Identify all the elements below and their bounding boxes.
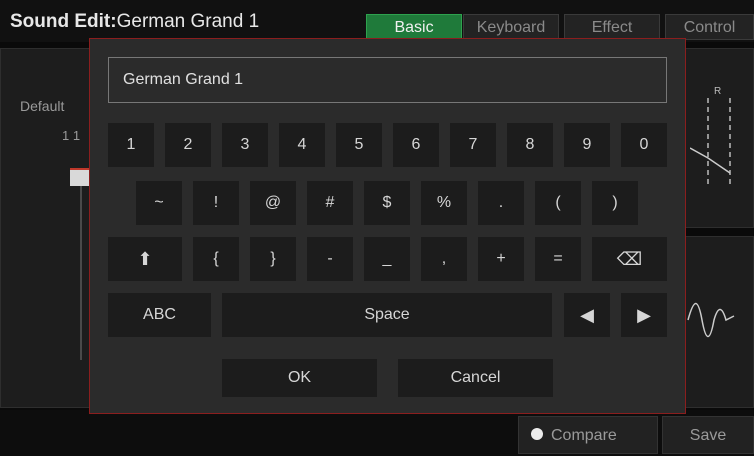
key-9[interactable]: 9	[564, 123, 610, 167]
key-7[interactable]: 7	[450, 123, 496, 167]
save-button[interactable]: Save	[662, 416, 754, 454]
key-0[interactable]: 0	[621, 123, 667, 167]
key-tilde[interactable]: ~	[136, 181, 182, 225]
key-8[interactable]: 8	[507, 123, 553, 167]
key-percent[interactable]: %	[421, 181, 467, 225]
compare-button[interactable]: Compare	[518, 416, 658, 454]
compare-label: Compare	[551, 427, 617, 444]
key-open-brace[interactable]: {	[193, 237, 239, 281]
waveform-icon	[687, 302, 735, 338]
key-6[interactable]: 6	[393, 123, 439, 167]
cancel-button[interactable]: Cancel	[398, 359, 553, 397]
key-2[interactable]: 2	[165, 123, 211, 167]
key-4[interactable]: 4	[279, 123, 325, 167]
sound-name: German Grand 1	[116, 11, 260, 32]
slider-track	[80, 176, 82, 360]
key-close-paren[interactable]: )	[592, 181, 638, 225]
key-period[interactable]: .	[478, 181, 524, 225]
key-open-paren[interactable]: (	[535, 181, 581, 225]
compare-radio-icon	[531, 428, 543, 441]
tab-control[interactable]: Control	[665, 14, 754, 40]
key-hash[interactable]: #	[307, 181, 353, 225]
key-3[interactable]: 3	[222, 123, 268, 167]
abc-key[interactable]: ABC	[108, 293, 211, 337]
tab-keyboard[interactable]: Keyboard	[463, 14, 559, 40]
key-equals[interactable]: =	[535, 237, 581, 281]
key-5[interactable]: 5	[336, 123, 382, 167]
tab-effect[interactable]: Effect	[564, 14, 660, 40]
key-exclaim[interactable]: !	[193, 181, 239, 225]
top-bar: Sound Edit:German Grand 1 Basic Keyboard…	[0, 0, 754, 42]
backspace-key-icon[interactable]: ⌫	[592, 237, 667, 281]
default-label: Default	[20, 98, 65, 114]
key-underscore[interactable]: _	[364, 237, 410, 281]
key-1[interactable]: 1	[108, 123, 154, 167]
cursor-left-key-icon[interactable]: ◀	[564, 293, 610, 337]
key-dollar[interactable]: $	[364, 181, 410, 225]
key-minus[interactable]: -	[307, 237, 353, 281]
name-input[interactable]: German Grand 1	[108, 57, 667, 103]
rename-keyboard-dialog: German Grand 1 1 2 3 4 5 6 7 8 9 0 ~ ! @…	[89, 38, 686, 414]
shift-key-icon[interactable]: ⬆	[108, 237, 182, 281]
ok-button[interactable]: OK	[222, 359, 377, 397]
svg-text:R: R	[714, 86, 721, 97]
key-at[interactable]: @	[250, 181, 296, 225]
cursor-right-key-icon[interactable]: ▶	[621, 293, 667, 337]
key-close-brace[interactable]: }	[250, 237, 296, 281]
key-comma[interactable]: ,	[421, 237, 467, 281]
space-key[interactable]: Space	[222, 293, 552, 337]
envelope-graph-icon: R	[690, 86, 731, 188]
value-label: 1 1	[62, 128, 81, 143]
page-title: Sound Edit:German Grand 1	[10, 11, 259, 33]
tab-basic[interactable]: Basic	[366, 14, 462, 40]
title-prefix: Sound Edit:	[10, 11, 117, 32]
key-plus[interactable]: +	[478, 237, 524, 281]
